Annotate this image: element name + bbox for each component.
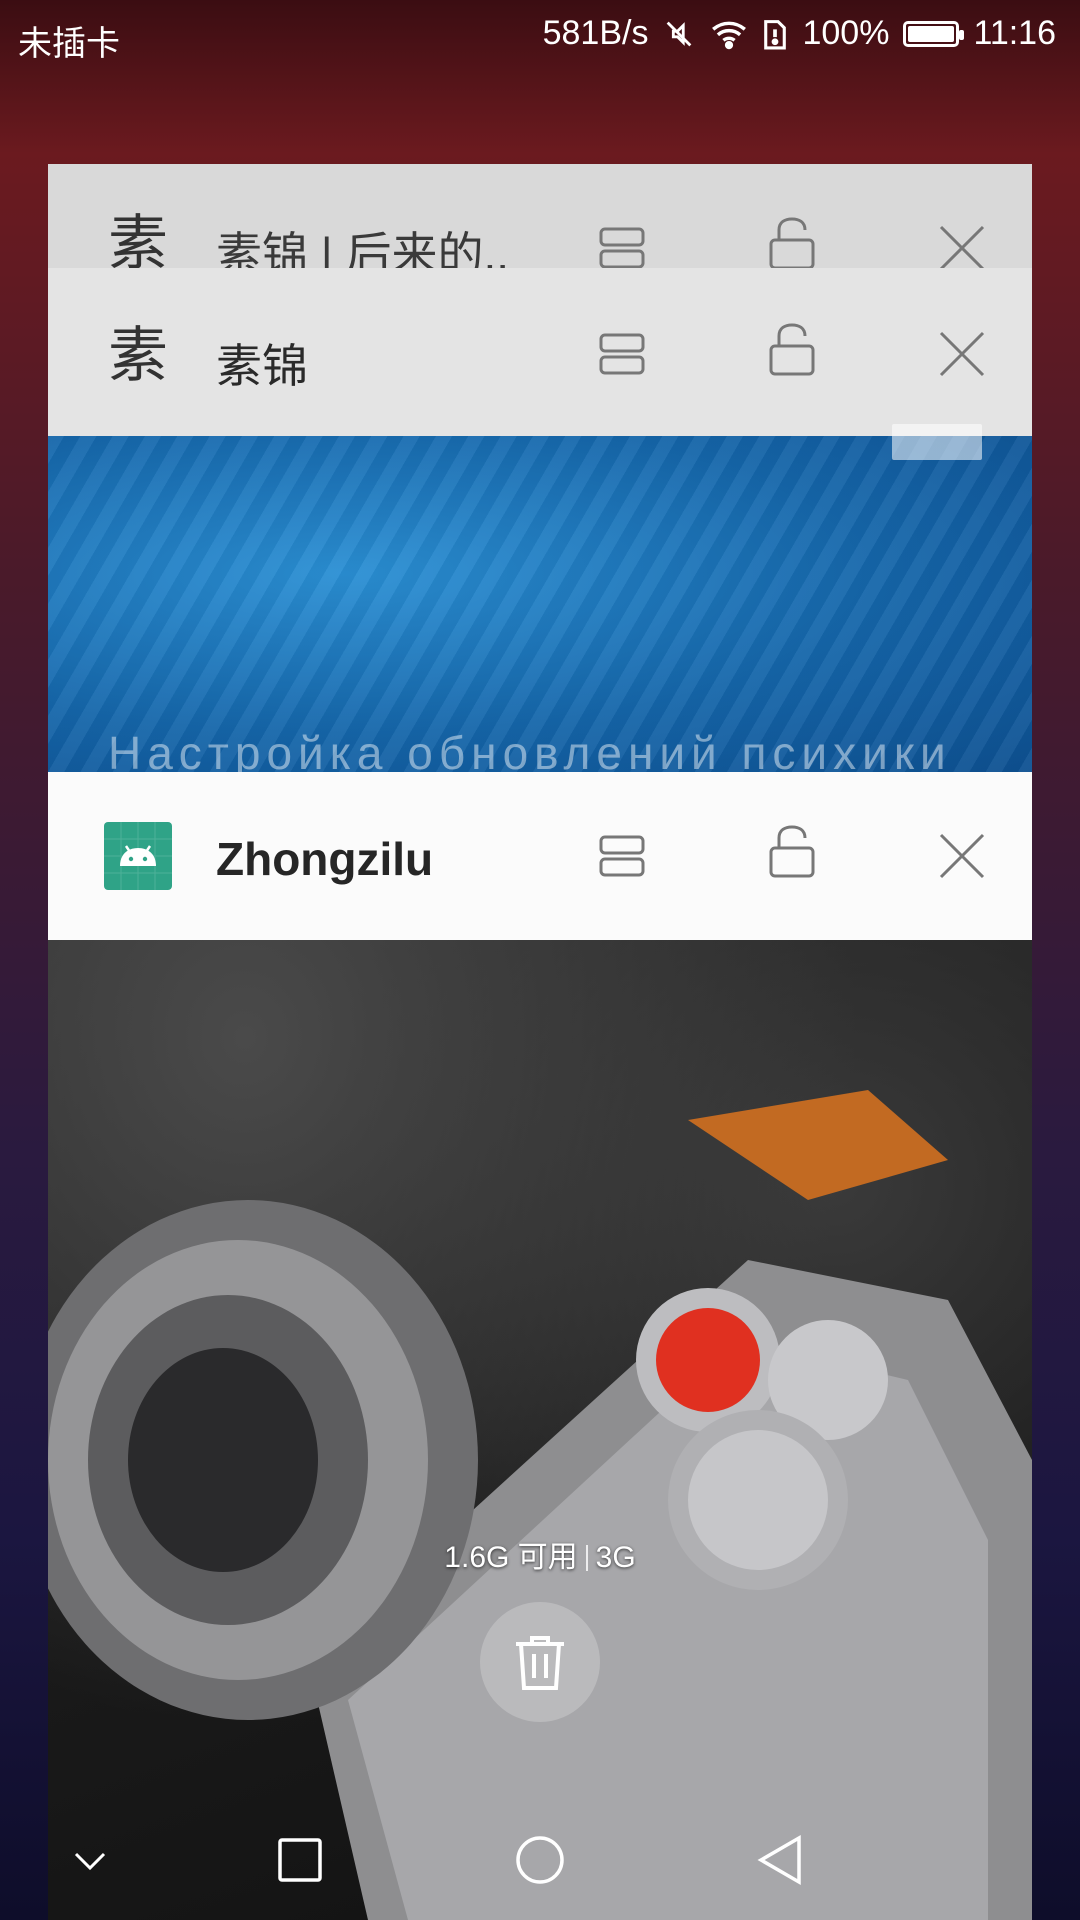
net-speed: 581B/s (542, 14, 649, 52)
camera-illustration (48, 1090, 1032, 1920)
app-icon-text: 素 (108, 320, 168, 391)
app-icon-text: 素 (108, 208, 168, 275)
back-icon[interactable] (746, 1826, 814, 1894)
navigation-bar (0, 1800, 1080, 1920)
home-icon[interactable] (506, 1826, 574, 1894)
android-icon (104, 822, 172, 890)
app-preview (48, 940, 1032, 1920)
wifi-icon (710, 17, 748, 51)
split-screen-icon[interactable] (588, 214, 656, 274)
alert-sim-icon (762, 17, 788, 51)
recent-app-card-sujin-2[interactable]: 素 素锦 Настройка обновлений психики (48, 268, 1032, 780)
carrier-label: 未插卡 (18, 25, 120, 63)
status-bar: 未插卡 581B/s 100% 11:16 (0, 0, 1080, 72)
split-screen-icon[interactable] (588, 822, 656, 890)
lock-icon[interactable] (758, 316, 826, 384)
app-preview: Настройка обновлений психики (48, 424, 1032, 780)
clear-all-button[interactable] (480, 1602, 600, 1722)
card-header: Zhongzilu (48, 772, 1032, 940)
status-icons: 581B/s 100% 11:16 (543, 14, 1056, 53)
close-icon[interactable] (928, 214, 996, 274)
memory-available: 1.6G 可用 (444, 1541, 578, 1574)
memory-info: 1.6G 可用 3G (0, 1532, 1080, 1576)
recent-app-card-sujin-1[interactable]: 素 素锦 | 后来的.. (48, 164, 1032, 274)
app-icon: 素 (104, 316, 172, 391)
app-title: 素锦 | 后来的.. (216, 228, 510, 274)
app-title: Zhongzilu (216, 833, 434, 885)
memory-separator (585, 1545, 588, 1571)
battery-percent: 100% (802, 14, 890, 52)
card-header: 素 素锦 | 后来的.. (48, 164, 1032, 274)
recents-icon[interactable] (266, 1826, 334, 1894)
preview-badge (892, 424, 982, 460)
memory-total: 3G (595, 1541, 636, 1574)
close-icon[interactable] (928, 822, 996, 890)
app-title: 素锦 (216, 340, 308, 392)
battery-fill (908, 25, 955, 42)
battery-icon (903, 20, 965, 47)
close-icon[interactable] (928, 320, 996, 388)
mute-icon (662, 17, 696, 51)
lock-icon[interactable] (758, 818, 826, 886)
lock-icon[interactable] (758, 210, 826, 274)
clock: 11:16 (973, 14, 1056, 52)
app-icon: 素 (104, 204, 172, 275)
collapse-icon[interactable] (56, 1826, 124, 1894)
recent-app-card-zhongzilu[interactable]: Zhongzilu (48, 772, 1032, 1920)
trash-icon (516, 1636, 564, 1690)
card-header: 素 素锦 (48, 268, 1032, 436)
split-screen-icon[interactable] (588, 320, 656, 388)
